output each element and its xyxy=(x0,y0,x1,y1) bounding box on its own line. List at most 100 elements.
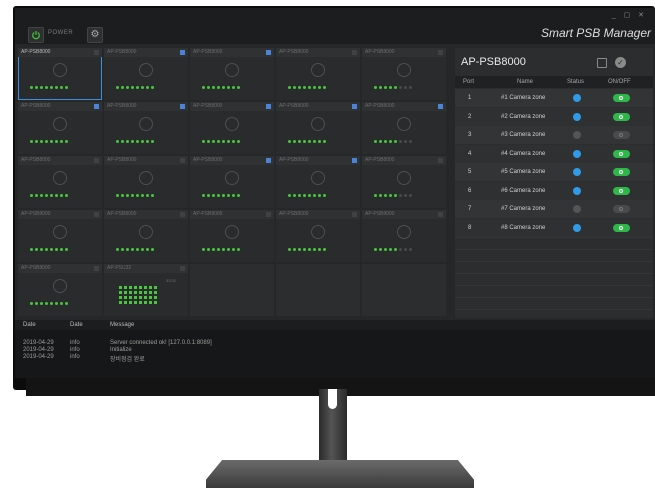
port-row[interactable]: 5 #5 Camera zone xyxy=(455,163,653,181)
device-checkbox[interactable] xyxy=(180,158,185,163)
port-led xyxy=(40,140,43,143)
power-button[interactable] xyxy=(28,27,44,43)
port-led xyxy=(35,140,38,143)
port-row[interactable]: 2 #2 Camera zone xyxy=(455,107,653,126)
port-indicators xyxy=(288,140,326,144)
port-row[interactable]: 8 #8 Camera zone xyxy=(455,218,653,237)
power-toggle[interactable] xyxy=(613,149,630,158)
device-tile[interactable]: AP-PSB8000 xyxy=(276,48,360,100)
port-led xyxy=(124,291,127,294)
port-led xyxy=(212,248,215,251)
port-led xyxy=(65,86,68,89)
port-led xyxy=(35,302,38,305)
port-led xyxy=(227,194,230,197)
device-checkbox[interactable] xyxy=(94,212,99,217)
port-led xyxy=(35,248,38,251)
port-led xyxy=(394,194,397,197)
device-checkbox[interactable] xyxy=(352,158,357,163)
port-led xyxy=(144,301,147,304)
device-tile-header: AP-PSB8000 xyxy=(18,102,102,111)
device-tile[interactable]: AP-PSB8000 xyxy=(104,48,188,100)
port-led xyxy=(232,86,235,89)
device-tile-header: AP-PSB8000 xyxy=(18,264,102,273)
device-checkbox[interactable] xyxy=(94,266,99,271)
device-tile[interactable]: AP-PSB8000 xyxy=(276,102,360,154)
device-checkbox[interactable] xyxy=(94,158,99,163)
device-tile[interactable]: AP-PSB8000 xyxy=(362,156,446,208)
port-led xyxy=(323,194,326,197)
port-row[interactable]: 1 #1 Camera zone xyxy=(455,89,653,107)
port-indicators xyxy=(202,140,240,144)
port-row[interactable]: 3 #3 Camera zone xyxy=(455,126,653,144)
device-tile[interactable]: AP-PSB8000 xyxy=(104,210,188,262)
device-checkbox[interactable] xyxy=(180,212,185,217)
port-row[interactable]: 4 #4 Camera zone xyxy=(455,144,653,163)
device-name: AP-PSB8000 xyxy=(107,103,137,109)
device-tile[interactable]: AP-PSU32 32/32 xyxy=(104,264,188,316)
device-checkbox[interactable] xyxy=(94,104,99,109)
device-tile[interactable]: AP-PSB8000 xyxy=(362,102,446,154)
port-led xyxy=(40,302,43,305)
device-tile[interactable]: AP-PSB8000 xyxy=(18,48,102,100)
window-controls[interactable]: _ ▢ ✕ xyxy=(612,11,647,19)
settings-button[interactable]: ⚙ xyxy=(87,27,103,43)
device-checkbox[interactable] xyxy=(266,212,271,217)
power-toggle[interactable] xyxy=(613,205,630,213)
port-led xyxy=(151,140,154,143)
port-led xyxy=(389,140,392,143)
device-checkbox[interactable] xyxy=(352,212,357,217)
device-checkbox[interactable] xyxy=(438,158,443,163)
port-led xyxy=(202,86,205,89)
device-tile[interactable]: AP-PSB8000 xyxy=(190,48,274,100)
device-tile[interactable]: AP-PSB8000 xyxy=(190,156,274,208)
power-toggle[interactable] xyxy=(613,131,630,139)
port-row[interactable]: 7 #7 Camera zone xyxy=(455,200,653,218)
device-checkbox[interactable] xyxy=(266,158,271,163)
device-checkbox[interactable] xyxy=(180,104,185,109)
device-checkbox[interactable] xyxy=(266,50,271,55)
power-toggle[interactable] xyxy=(613,168,630,176)
device-checkbox[interactable] xyxy=(438,104,443,109)
device-tile[interactable]: AP-PSB8000 xyxy=(18,102,102,154)
port-led xyxy=(141,194,144,197)
device-tile[interactable]: AP-PSB8000 xyxy=(276,210,360,262)
device-checkbox[interactable] xyxy=(438,212,443,217)
port-indicators xyxy=(374,140,412,144)
device-checkbox[interactable] xyxy=(180,266,185,271)
device-checkbox[interactable] xyxy=(352,104,357,109)
device-tile[interactable]: AP-PSB8000 xyxy=(18,156,102,208)
device-tile[interactable]: AP-PSB8000 xyxy=(104,156,188,208)
power-toggle[interactable] xyxy=(613,223,630,232)
check-icon[interactable]: ✓ xyxy=(615,57,626,68)
device-tile[interactable]: AP-PSB8000 xyxy=(276,156,360,208)
port-led xyxy=(399,140,402,143)
port-led xyxy=(40,86,43,89)
device-name: AP-PSB8000 xyxy=(365,49,395,55)
power-toggle[interactable] xyxy=(613,186,630,195)
device-checkbox[interactable] xyxy=(266,104,271,109)
device-checkbox[interactable] xyxy=(438,50,443,55)
camera-icon xyxy=(53,171,67,185)
port-led xyxy=(389,248,392,251)
device-tile[interactable]: AP-PSB8000 xyxy=(18,264,102,316)
status-indicator xyxy=(573,131,581,139)
port-led xyxy=(65,248,68,251)
port-led xyxy=(237,140,240,143)
device-tile[interactable]: AP-PSB8000 xyxy=(190,102,274,154)
port-led xyxy=(293,140,296,143)
window-icon[interactable] xyxy=(597,58,607,68)
device-tile[interactable]: AP-PSB8000 xyxy=(190,210,274,262)
power-toggle[interactable] xyxy=(613,94,630,102)
port-row[interactable]: 6 #6 Camera zone xyxy=(455,181,653,200)
port-led xyxy=(222,140,225,143)
port-led xyxy=(404,140,407,143)
device-tile[interactable]: AP-PSB8000 xyxy=(18,210,102,262)
device-tile[interactable]: AP-PSB8000 xyxy=(362,210,446,262)
status-indicator xyxy=(573,168,581,176)
power-toggle[interactable] xyxy=(613,112,630,121)
device-tile[interactable]: AP-PSB8000 xyxy=(362,48,446,100)
device-checkbox[interactable] xyxy=(94,50,99,55)
device-checkbox[interactable] xyxy=(352,50,357,55)
device-tile[interactable]: AP-PSB8000 xyxy=(104,102,188,154)
device-checkbox[interactable] xyxy=(180,50,185,55)
